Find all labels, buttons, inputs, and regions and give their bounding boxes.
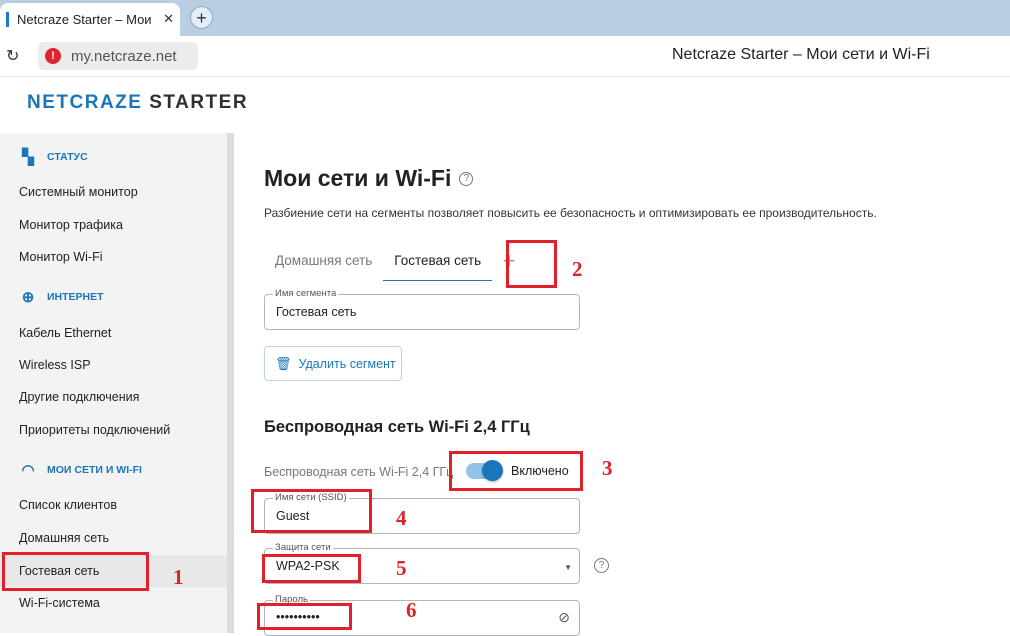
new-tab-button[interactable]: + bbox=[190, 6, 213, 29]
sidebar-item-wireless-isp[interactable]: Wireless ISP bbox=[0, 349, 227, 381]
chevron-down-icon: ▼ bbox=[564, 563, 572, 572]
annotation-number-2: 2 bbox=[572, 257, 583, 281]
browser-tab-bar: Netcraze Starter – Мои ✕ + bbox=[0, 0, 1010, 36]
tab-label: Домашняя сеть bbox=[275, 252, 373, 268]
field-label: Защита сети bbox=[273, 542, 333, 553]
sidebar-item-wifi-monitor[interactable]: Монитор Wi-Fi bbox=[0, 241, 227, 273]
favicon-icon bbox=[6, 12, 9, 27]
page-title: Мои сети и Wi-Fi ? bbox=[264, 165, 474, 192]
sidebar-item-traffic-monitor[interactable]: Монитор трафика bbox=[0, 209, 227, 241]
logo-part1: NETCRAZE bbox=[27, 92, 143, 113]
sidebar-item-home-network[interactable]: Домашняя сеть bbox=[0, 522, 227, 554]
sidebar-section-status[interactable]: ▚ СТАТУС bbox=[19, 148, 88, 166]
annotation-number-5: 5 bbox=[396, 556, 407, 580]
wifi-icon: ◠ bbox=[21, 462, 35, 479]
sidebar-section-internet[interactable]: ⊕ ИНТЕРНЕТ bbox=[19, 288, 104, 306]
sidebar-item-label: Wireless ISP bbox=[19, 358, 91, 372]
sidebar-scrollbar[interactable] bbox=[227, 133, 234, 633]
annotation-number-4: 4 bbox=[396, 506, 407, 530]
logo[interactable]: NETCRAZE STARTER bbox=[27, 92, 248, 114]
sidebar-item-label: Монитор трафика bbox=[19, 218, 123, 232]
tab-home-network[interactable]: Домашняя сеть bbox=[264, 240, 383, 281]
wifi-section-title: Беспроводная сеть Wi-Fi 2,4 ГГц bbox=[264, 418, 530, 436]
annotation-box-4 bbox=[251, 489, 372, 533]
eye-off-icon[interactable]: ⊘ bbox=[558, 609, 570, 626]
url-field[interactable]: ! my.netcraze.net bbox=[38, 42, 198, 70]
sidebar-section-networks[interactable]: ◠ МОИ СЕТИ И WI-FI bbox=[19, 461, 142, 479]
sidebar-item-label: Домашняя сеть bbox=[19, 531, 110, 545]
browser-tab-title: Netcraze Starter – Мои bbox=[17, 12, 152, 27]
sidebar-item-ethernet[interactable]: Кабель Ethernet bbox=[0, 317, 227, 349]
sidebar-item-connection-priorities[interactable]: Приоритеты подключений bbox=[0, 414, 227, 446]
annotation-number-3: 3 bbox=[602, 456, 613, 480]
annotation-box-3 bbox=[449, 451, 583, 491]
sidebar-item-other-connections[interactable]: Другие подключения bbox=[0, 381, 227, 413]
window-title: Netcraze Starter – Мои сети и Wi-Fi bbox=[672, 46, 930, 63]
browser-tab[interactable]: Netcraze Starter – Мои ✕ bbox=[0, 3, 180, 36]
section-title: ИНТЕРНЕТ bbox=[47, 291, 104, 303]
help-icon[interactable]: ? bbox=[594, 558, 609, 573]
warning-icon[interactable]: ! bbox=[45, 48, 61, 64]
sidebar-item-wifi-system[interactable]: Wi-Fi-система bbox=[0, 587, 227, 619]
help-icon[interactable]: ? bbox=[459, 171, 474, 186]
page-description: Разбиение сети на сегменты позволяет пов… bbox=[264, 206, 877, 220]
annotation-number-1: 1 bbox=[173, 565, 184, 589]
button-label: Удалить сегмент bbox=[298, 356, 396, 371]
reload-icon[interactable]: ↻ bbox=[6, 46, 19, 66]
field-label: Имя сегмента bbox=[273, 288, 339, 299]
sidebar-item-system-monitor[interactable]: Системный монитор bbox=[0, 176, 227, 208]
annotation-box-5 bbox=[262, 554, 361, 583]
wifi-toggle-label: Беспроводная сеть Wi-Fi 2,4 ГГц bbox=[264, 465, 454, 479]
sidebar-item-label: Другие подключения bbox=[19, 390, 140, 404]
trash-icon: 🗑 bbox=[275, 355, 292, 371]
annotation-box-2 bbox=[506, 240, 557, 288]
sidebar-item-label: Список клиентов bbox=[19, 498, 117, 512]
globe-icon: ⊕ bbox=[21, 289, 35, 306]
annotation-number-6: 6 bbox=[406, 598, 417, 622]
annotation-box-6 bbox=[257, 603, 352, 630]
segment-tabs: Домашняя сеть Гостевая сеть + bbox=[264, 240, 526, 281]
sidebar-item-label: Приоритеты подключений bbox=[19, 423, 171, 437]
sidebar-item-client-list[interactable]: Список клиентов bbox=[0, 489, 227, 521]
section-title: МОИ СЕТИ И WI-FI bbox=[47, 464, 142, 476]
sidebar-item-label: Монитор Wi-Fi bbox=[19, 250, 103, 264]
sidebar-item-label: Кабель Ethernet bbox=[19, 326, 112, 340]
delete-segment-button[interactable]: 🗑 Удалить сегмент bbox=[264, 346, 402, 381]
tab-label: Гостевая сеть bbox=[394, 252, 482, 268]
close-icon[interactable]: ✕ bbox=[163, 11, 174, 27]
field-value: Гостевая сеть bbox=[276, 305, 357, 319]
app-header: NETCRAZE STARTER bbox=[0, 77, 1010, 133]
section-title: СТАТУС bbox=[47, 151, 88, 163]
sidebar-item-label: Wi-Fi-система bbox=[19, 596, 100, 610]
page-title-text: Мои сети и Wi-Fi bbox=[264, 165, 452, 191]
segment-name-field[interactable]: Имя сегмента Гостевая сеть bbox=[264, 288, 580, 330]
dashboard-icon: ▚ bbox=[22, 149, 34, 166]
sidebar-item-label: Системный монитор bbox=[19, 185, 138, 199]
url-text: my.netcraze.net bbox=[71, 47, 177, 65]
logo-part2: STARTER bbox=[149, 92, 249, 113]
tab-guest-network[interactable]: Гостевая сеть bbox=[383, 240, 493, 281]
address-bar: ↻ ! my.netcraze.net Netcraze Starter – М… bbox=[0, 36, 1010, 77]
annotation-box-1 bbox=[2, 552, 149, 591]
